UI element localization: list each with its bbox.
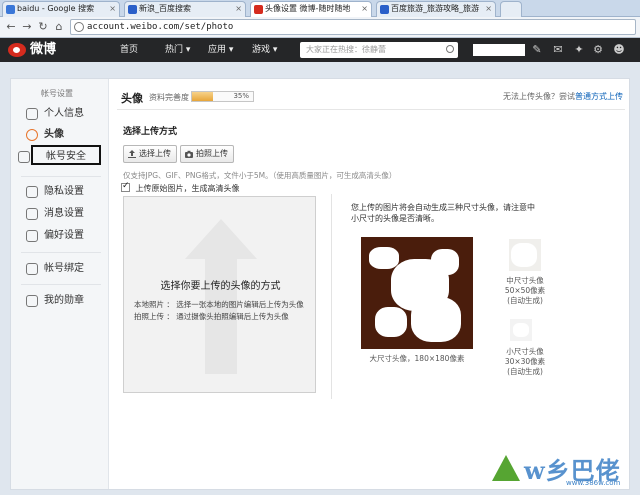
sidebar-item-privacy[interactable]: 隐私设置 [11,182,108,202]
browser-tab-weibo-avatar[interactable]: 头像设置 微博-随时随地 × [250,1,372,17]
settings-gear-icon[interactable]: ⚙ [591,42,605,58]
user-menu-icon[interactable]: ☻ [612,42,626,58]
sidebar-item-messages[interactable]: 消息设置 [11,204,108,224]
select-upload-button[interactable]: 选择上传 [123,145,177,163]
person-icon [26,108,38,120]
baidu-favicon-icon [380,5,389,14]
close-tab-icon[interactable]: × [485,2,492,16]
message-icon[interactable]: ✉ [551,42,565,58]
back-arrow-icon[interactable]: ← [4,20,18,34]
camera-icon [185,150,193,158]
nav-games-link[interactable]: 游戏 ▾ [252,38,277,62]
small-avatar-preview [510,319,532,341]
browser-tab-google[interactable]: baidu - Google 搜索 × [2,1,120,17]
site-watermark: w乡巴佬 www.386w.com [484,449,634,489]
close-tab-icon[interactable]: × [235,2,242,16]
upload-area-title: 选择你要上传的头像的方式 [160,281,281,292]
settings-page: 帐号设置 个人信息 头像 帐号安全 隐私设置 消息设置 偏好设置 帐号绑定 我的… [10,78,630,490]
sidebar-item-avatar[interactable]: 头像 [11,125,108,145]
sidebar-divider [21,284,101,285]
medal-icon [26,295,38,307]
format-hint: 仅支持JPG、GIF、PNG格式，文件小于5M。（使用高质量图片，可生成高清头像… [123,171,397,180]
search-icon[interactable] [446,45,454,53]
original-image-checkbox[interactable] [121,181,130,192]
address-bar: ← → ↻ ⌂ account.weibo.com/set/photo [0,17,640,38]
notifications-icon[interactable]: ✦ [572,42,586,58]
nav-apps-link[interactable]: 应用 ▾ [208,38,233,62]
nav-hot-link[interactable]: 热门 ▾ [165,38,190,62]
sidebar-item-preferences[interactable]: 偏好设置 [11,226,108,246]
upload-drop-area[interactable]: 选择你要上传的头像的方式 本地照片 ： 选择一张本地的图片编辑后上传为头像 拍照… [123,196,316,393]
large-avatar-preview [361,237,473,349]
new-tab-button[interactable] [500,1,522,17]
large-avatar-caption: 大尺寸头像，180×180像素 [369,354,465,363]
upload-icon [128,150,136,158]
sidebar-item-medals[interactable]: 我的勋章 [11,291,108,311]
globe-icon [74,22,84,32]
compose-icon[interactable]: ✎ [530,42,544,58]
original-image-option[interactable]: 上传原始图片，生成高清头像 [121,181,240,194]
completeness-progress-bar: 35% [191,91,254,102]
close-tab-icon[interactable]: × [361,2,368,16]
bind-icon [26,263,38,275]
section-title: 头像 [121,92,143,105]
upload-trouble-tip: 无法上传头像？尝试普通方式上传 [503,92,623,101]
local-photo-desc: 本地照片 ： 选择一张本地的图片编辑后上传为头像 [134,300,304,309]
upload-arrow-icon [185,219,257,374]
weibo-top-nav: 微博 首页 热门 ▾ 应用 ▾ 游戏 ▾ 大家正在热搜：徐静蕾 ✎ ✉ ✦ ⚙ … [0,38,640,62]
weibo-logo[interactable]: 微博 [8,41,56,59]
camera-photo-desc: 拍照上传 ： 通过摄像头拍照编辑后上传为头像 [134,312,289,321]
weibo-logo-icon [8,43,26,57]
sidebar-item-profile[interactable]: 个人信息 [11,104,108,124]
sidebar-item-bind[interactable]: 帐号绑定 [11,259,108,279]
shield-icon [18,151,30,163]
progress-fill [192,92,214,101]
user-name-link[interactable] [473,44,525,56]
url-input[interactable]: account.weibo.com/set/photo [70,19,636,35]
sidebar-divider [21,176,101,177]
completeness-label: 资料完善度 [149,93,189,102]
medium-avatar-caption: 中尺寸头像 50×50像素 (自动生成) [504,276,546,305]
preference-icon [26,230,38,242]
weibo-search-input[interactable]: 大家正在热搜：徐静蕾 [300,42,458,58]
normal-upload-link[interactable]: 普通方式上传 [575,92,623,101]
photo-upload-button[interactable]: 拍照上传 [180,145,234,163]
message-icon [26,208,38,220]
sidebar-item-security[interactable]: 帐号安全 [18,145,101,165]
settings-sidebar: 帐号设置 个人信息 头像 帐号安全 隐私设置 消息设置 偏好设置 帐号绑定 我的… [11,79,109,489]
avatar-icon [26,129,38,141]
baidu-favicon-icon [128,5,137,14]
browser-tab-baidu-travel[interactable]: 百度旅游_旅游攻略_旅游 × [376,1,496,17]
small-avatar-caption: 小尺寸头像 30×30像素 (自动生成) [504,347,546,376]
preview-description: 您上传的图片将会自动生成三种尺寸头像，请注意中小尺寸的头像是否清晰。 [351,203,535,223]
choose-upload-title: 选择上传方式 [123,127,178,137]
watermark-logo-icon [492,455,520,481]
avatar-settings-panel: 头像 资料完善度 35% 无法上传头像？尝试普通方式上传 选择上传方式 选择上传… [109,79,629,489]
completeness-percent: 35% [233,92,249,100]
google-favicon-icon [6,5,15,14]
nav-home-link[interactable]: 首页 [120,38,138,62]
browser-tab-sina-search[interactable]: 新浪_百度搜索 × [124,1,246,17]
section-divider [117,109,625,110]
privacy-icon [26,186,38,198]
sidebar-title: 帐号设置 [41,89,73,98]
weibo-favicon-icon [254,5,263,14]
medium-avatar-preview [509,239,541,271]
reload-icon[interactable]: ↻ [36,20,50,34]
forward-arrow-icon[interactable]: → [20,20,34,34]
sidebar-divider [21,252,101,253]
home-icon[interactable]: ⌂ [52,20,66,34]
close-tab-icon[interactable]: × [109,2,116,16]
browser-tab-strip: baidu - Google 搜索 × 新浪_百度搜索 × 头像设置 微博-随时… [0,0,640,17]
preview-divider [331,194,332,399]
